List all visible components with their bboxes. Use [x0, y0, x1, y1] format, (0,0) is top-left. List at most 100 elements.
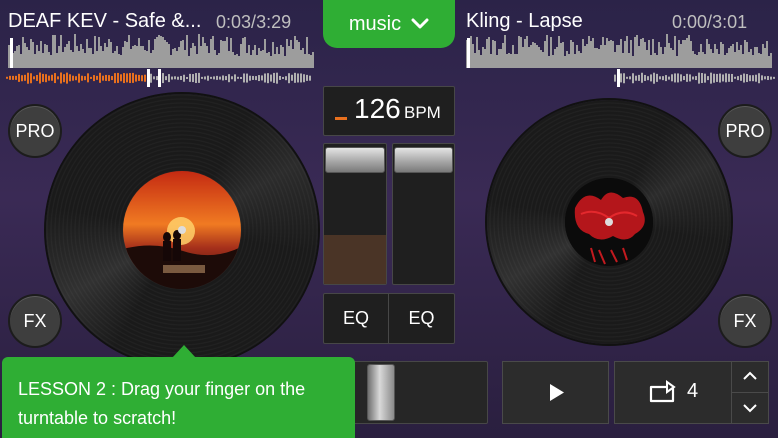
waveform-detail-bar: [171, 76, 173, 80]
lesson-tooltip[interactable]: LESSON 2 : Drag your finger on the turnt…: [2, 357, 355, 438]
waveform-detail-bar: [204, 76, 206, 80]
play-button[interactable]: [502, 361, 609, 424]
left-track-title: DEAF KEV - Safe &...: [8, 10, 202, 32]
crossfader-handle[interactable]: [366, 364, 395, 421]
waveform-detail-bar: [249, 75, 251, 81]
waveform-detail-bar: [225, 76, 227, 80]
waveform-detail-bar: [84, 76, 86, 80]
waveform-detail-bar: [707, 76, 709, 80]
waveform-detail-bar: [99, 72, 101, 84]
waveform-bar: [770, 53, 772, 68]
waveform-detail-bar: [306, 74, 308, 82]
right-duration: 3:01: [712, 12, 748, 32]
waveform-detail-bar: [228, 74, 230, 82]
waveform-detail-bar: [273, 72, 275, 84]
right-eq-button[interactable]: EQ: [389, 294, 454, 343]
waveform-detail-bar: [195, 73, 197, 83]
right-turntable[interactable]: [487, 100, 731, 344]
waveform-detail-bar: [24, 74, 26, 82]
waveform-detail-bar: [90, 76, 92, 80]
loop-button[interactable]: 4: [614, 361, 732, 424]
waveform-detail-bar: [282, 76, 284, 80]
music-library-button[interactable]: music: [323, 0, 455, 48]
left-turntable[interactable]: [46, 94, 318, 366]
right-elapsed: 0:00: [672, 12, 708, 32]
waveform-detail-bar: [120, 74, 122, 82]
left-eq-button[interactable]: EQ: [324, 294, 389, 343]
waveform-detail-bar: [674, 73, 676, 83]
right-volume-handle[interactable]: [394, 147, 453, 173]
waveform-detail-bar: [21, 75, 23, 81]
left-pro-button[interactable]: PRO: [8, 104, 62, 158]
right-track-title: Kling - Lapse: [466, 10, 583, 32]
waveform-detail-bar: [638, 74, 640, 82]
waveform-detail-bar: [288, 73, 290, 83]
waveform-detail-bar: [743, 73, 745, 83]
right-volume-fader[interactable]: [392, 143, 455, 285]
right-fx-button[interactable]: FX: [718, 294, 772, 348]
waveform-bar: [312, 51, 314, 68]
left-track-time: 0:03/3:29: [216, 12, 292, 32]
waveform-detail-bar: [63, 74, 65, 82]
waveform-detail-bar: [207, 75, 209, 81]
left-detail-playhead: [147, 69, 150, 87]
waveform-detail-bar: [632, 73, 634, 83]
waveform-detail-bar: [653, 72, 655, 84]
waveform-detail-bar: [6, 76, 8, 80]
loop-increase-button[interactable]: [731, 361, 769, 393]
left-volume-handle[interactable]: [325, 147, 385, 173]
left-volume-fader[interactable]: [323, 143, 387, 285]
left-fx-button[interactable]: FX: [8, 294, 62, 348]
waveform-detail-bar: [192, 74, 194, 82]
waveform-detail-bar: [662, 76, 664, 80]
waveform-detail-bar: [42, 73, 44, 83]
waveform-detail-bar: [93, 75, 95, 81]
bpm-display[interactable]: 126 BPM: [323, 86, 455, 136]
waveform-detail-bar: [174, 76, 176, 80]
waveform-detail-bar: [198, 72, 200, 84]
waveform-detail-bar: [222, 75, 224, 81]
loop-decrease-button[interactable]: [731, 392, 769, 424]
left-spindle: [178, 226, 186, 234]
left-waveform-overview[interactable]: [8, 34, 314, 68]
waveform-detail-bar: [695, 76, 697, 80]
waveform-detail-bar: [231, 76, 233, 80]
waveform-detail-bar: [740, 74, 742, 82]
waveform-detail-bar: [279, 75, 281, 81]
waveform-detail-bar: [87, 73, 89, 83]
waveform-detail-bar: [270, 74, 272, 82]
waveform-detail-bar: [150, 73, 152, 83]
waveform-detail-bar: [138, 74, 140, 82]
waveform-detail-bar: [291, 74, 293, 82]
waveform-detail-bar: [620, 73, 622, 83]
waveform-detail-bar: [276, 72, 278, 84]
waveform-detail-bar: [713, 73, 715, 83]
right-waveform-detail[interactable]: [614, 72, 775, 84]
waveform-detail-bar: [300, 73, 302, 83]
left-overview-playhead: [10, 38, 13, 68]
waveform-detail-bar: [677, 73, 679, 83]
left-volume-level: [324, 235, 386, 284]
waveform-detail-bar: [692, 76, 694, 80]
left-elapsed: 0:03: [216, 12, 252, 32]
waveform-detail-bar: [252, 75, 254, 81]
waveform-detail-bar: [716, 73, 718, 83]
waveform-detail-bar: [27, 72, 29, 84]
right-detail-playhead: [617, 69, 620, 87]
waveform-detail-bar: [746, 74, 748, 82]
waveform-detail-bar: [69, 74, 71, 82]
waveform-detail-bar: [656, 73, 658, 83]
waveform-detail-bar: [623, 73, 625, 83]
waveform-detail-bar: [650, 74, 652, 82]
waveform-detail-bar: [285, 76, 287, 80]
waveform-detail-bar: [54, 73, 56, 83]
right-waveform-overview[interactable]: [466, 34, 772, 68]
waveform-detail-bar: [123, 73, 125, 83]
waveform-detail-bar: [165, 76, 167, 80]
waveform-detail-bar: [752, 75, 754, 81]
bpm-unit: BPM: [404, 103, 441, 122]
waveform-detail-bar: [240, 76, 242, 80]
waveform-detail-bar: [126, 73, 128, 83]
right-pro-button[interactable]: PRO: [718, 104, 772, 158]
right-overview-playhead: [467, 38, 470, 68]
